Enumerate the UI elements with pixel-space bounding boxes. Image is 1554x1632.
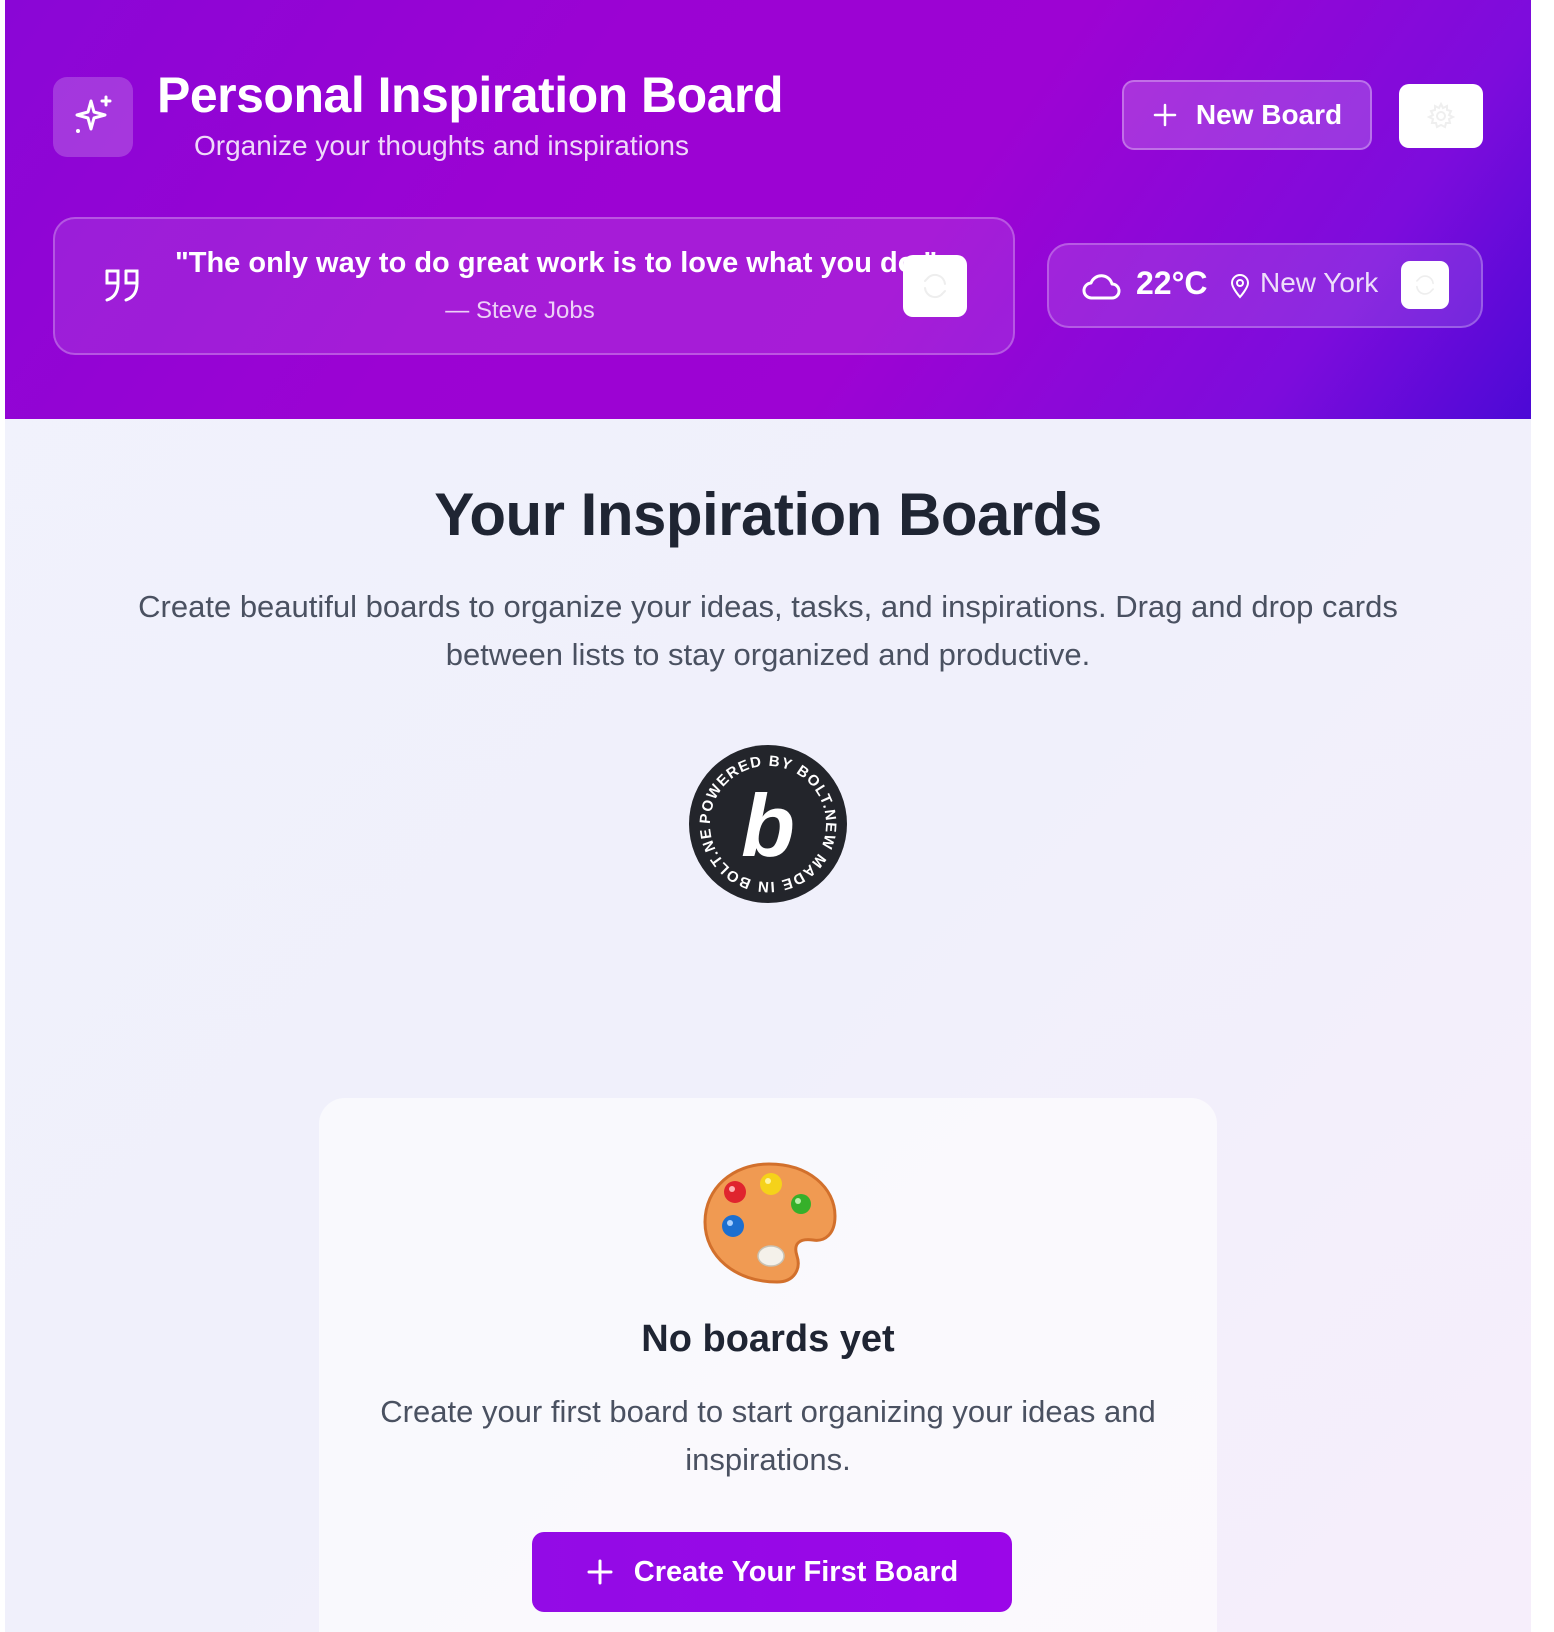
page: Personal Inspiration Board Organize your… [5, 0, 1531, 1632]
new-board-button[interactable]: New Board [1122, 80, 1372, 150]
header: Personal Inspiration Board Organize your… [5, 0, 1531, 419]
app-subtitle: Organize your thoughts and inspirations [194, 130, 689, 161]
refresh-icon [1416, 275, 1434, 295]
cloud-icon [1082, 274, 1121, 300]
map-pin-icon [1230, 274, 1250, 299]
app-title: Personal Inspiration Board [157, 67, 784, 123]
app-logo [53, 77, 133, 157]
temperature: 22°C [1136, 265, 1208, 301]
plus-icon [1153, 103, 1177, 127]
badge-letter: b [741, 776, 795, 875]
gear-icon [1426, 101, 1456, 129]
quote-card: "The only way to do great work is to lov… [53, 217, 1015, 355]
sparkles-icon [75, 95, 112, 133]
create-first-board-button[interactable]: Create Your First Board [532, 1532, 1012, 1612]
quote-text: "The only way to do great work is to lov… [175, 247, 938, 279]
create-first-board-label: Create Your First Board [633, 1555, 959, 1588]
plus-icon [587, 1559, 613, 1585]
page-title: Your Inspiration Boards [434, 481, 1102, 548]
weather-widget: 22°C New York [1047, 243, 1483, 328]
artist-palette-icon [703, 1162, 837, 1284]
quote-author: — Steve Jobs [445, 297, 595, 324]
location-name: New York [1260, 267, 1379, 298]
page-description: Create beautiful boards to organize your… [138, 589, 1398, 672]
bolt-badge[interactable]: POWERED BY BOLT.NEW MADE IN BOLT.NEW b [688, 744, 848, 904]
new-board-label: New Board [1195, 99, 1343, 130]
settings-button[interactable] [1399, 84, 1483, 148]
refresh-quote-button[interactable] [903, 255, 967, 317]
empty-state-title: No boards yet [641, 1318, 895, 1360]
empty-state-card: No boards yet Create your first board to… [319, 1098, 1217, 1632]
refresh-icon [924, 273, 946, 299]
refresh-weather-button[interactable] [1401, 261, 1449, 309]
empty-state-description: Create your first board to start organiz… [380, 1394, 1156, 1477]
